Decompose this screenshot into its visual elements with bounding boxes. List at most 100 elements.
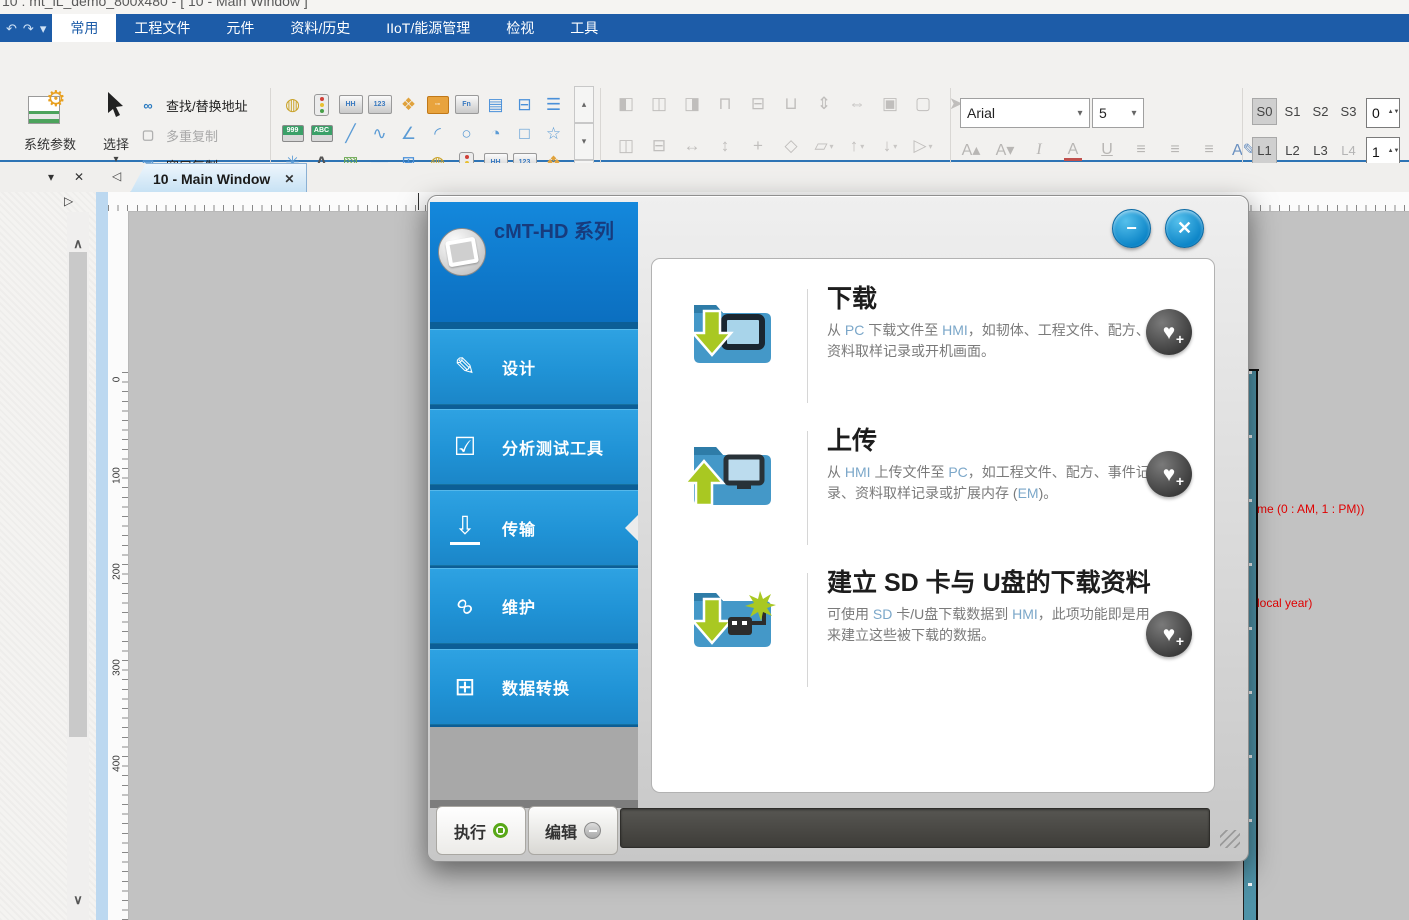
align-text-left-icon: ≡ bbox=[1130, 138, 1152, 162]
actions-panel: 下载从 PC 下载文件至 HMI，如韧体、工程文件、配方、资料取样记录或开机画面… bbox=[651, 258, 1215, 793]
star-icon[interactable]: ☆ bbox=[542, 122, 566, 146]
multi-copy-label: 多重复制 bbox=[166, 126, 218, 145]
language-button-L3[interactable]: L3 bbox=[1308, 137, 1333, 164]
run-button-label: 执行 bbox=[454, 819, 486, 843]
dialog-minimize-button[interactable]: − bbox=[1112, 209, 1151, 248]
italic-icon: I bbox=[1028, 138, 1050, 162]
components-scroll-up-icon[interactable]: ▴ bbox=[574, 86, 594, 123]
center-vertical-icon: ⊟ bbox=[647, 134, 671, 158]
ribbon-tab-常用[interactable]: 常用 bbox=[52, 14, 116, 42]
components-scroll-down-icon[interactable]: ▾ bbox=[574, 123, 594, 160]
heart-plus-icon[interactable]: ♥+ bbox=[1146, 611, 1192, 657]
edit-indicator-icon bbox=[584, 822, 601, 839]
language-button-L1[interactable]: L1 bbox=[1252, 137, 1277, 164]
panel-expand-icon[interactable]: ▷ bbox=[64, 194, 73, 208]
traffic-light-icon[interactable] bbox=[310, 93, 334, 117]
rectangle-icon[interactable]: □ bbox=[513, 122, 537, 146]
action-row-1[interactable]: 下载从 PC 下载文件至 HMI，如韧体、工程文件、配方、资料取样记录或开机画面… bbox=[652, 283, 1214, 423]
ribbon-tab-检视[interactable]: 检视 bbox=[488, 14, 552, 42]
font-size-select[interactable]: 5 ▾ bbox=[1092, 98, 1144, 128]
customize-quick-access-icon[interactable]: ▾ bbox=[40, 22, 47, 35]
move-down-icon: ↓▾ bbox=[878, 134, 902, 158]
find-replace-address[interactable]: ∞查找/替换地址 bbox=[138, 92, 268, 118]
state-button-S0[interactable]: S0 bbox=[1252, 98, 1277, 125]
application-window: 10 : mt_iL_demo_800x480 - [ 10 - Main Wi… bbox=[0, 0, 1409, 920]
function-key-icon[interactable]: Fn bbox=[455, 93, 479, 117]
fill-style-icon: ◇ bbox=[779, 134, 803, 158]
line-icon[interactable]: ╱ bbox=[339, 122, 363, 146]
dialog-status-area bbox=[620, 808, 1210, 848]
word-state-button-icon[interactable]: HH bbox=[339, 93, 363, 117]
pie-icon[interactable]: ◔ bbox=[484, 122, 508, 146]
polyline-icon[interactable]: ∠ bbox=[397, 122, 421, 146]
sidebar-item-label: 维护 bbox=[502, 594, 536, 618]
tab-main-window[interactable]: 10 - Main Window ✕ bbox=[130, 163, 307, 193]
ribbon-tab-工具[interactable]: 工具 bbox=[552, 14, 616, 42]
spinner-arrows-icon[interactable]: ▲▼ bbox=[1388, 147, 1399, 157]
state-button-S2[interactable]: S2 bbox=[1308, 98, 1333, 125]
ribbon-tab-工程文件[interactable]: 工程文件 bbox=[116, 14, 208, 42]
find-replace-icon: ∞ bbox=[138, 98, 158, 113]
group-icon: ▣ bbox=[878, 92, 902, 116]
action-row-3[interactable]: 建立 SD 卡与 U盘的下载资料可使用 SD 卡/U盘下载数据到 HMI，此项功… bbox=[652, 567, 1214, 707]
window-bar-icon[interactable]: ▤ bbox=[484, 93, 508, 117]
align-text-right-icon: ≡ bbox=[1198, 138, 1220, 162]
sidebar-item-设计[interactable]: ✎设计 bbox=[430, 329, 638, 405]
scroll-down-icon[interactable]: ∨ bbox=[67, 892, 89, 908]
resize-grip[interactable] bbox=[1220, 830, 1240, 848]
option-list-icon[interactable]: ☰ bbox=[542, 93, 566, 117]
spinner-arrows-icon[interactable]: ▲▼ bbox=[1388, 108, 1399, 118]
align-left-icon: ◧ bbox=[614, 92, 638, 116]
moving-shape-icon[interactable]: ❖ bbox=[397, 93, 421, 117]
same-size-icon: + bbox=[746, 134, 770, 158]
scroll-up-icon[interactable]: ∧ bbox=[67, 236, 89, 252]
heart-plus-icon[interactable]: ♥+ bbox=[1146, 451, 1192, 497]
font-family-select[interactable]: Arial ▾ bbox=[960, 98, 1090, 128]
action-title: 上传 bbox=[827, 427, 1157, 456]
ribbon-tab-资料/历史[interactable]: 资料/历史 bbox=[272, 14, 368, 42]
bit-lamp-icon[interactable]: ◍ bbox=[281, 93, 305, 117]
tab-nav-left-icon[interactable]: ◁ bbox=[112, 169, 121, 183]
action-row-2[interactable]: 上传从 HMI 上传文件至 PC，如工程文件、配方、事件记录、资料取样记录或扩展… bbox=[652, 425, 1214, 565]
sidebar-item-维护[interactable]: ∞维护 bbox=[430, 568, 638, 644]
arrange-row-2: ◫⊟↔↕+◇▱▾↑▾↓▾▷▾ bbox=[614, 134, 935, 158]
state-spinner[interactable]: 0 ▲▼ bbox=[1366, 98, 1400, 128]
system-parameters-button[interactable]: ⚙ 系统参数 bbox=[8, 90, 92, 174]
action-description: 从 PC 下载文件至 HMI，如韧体、工程文件、配方、资料取样记录或开机画面。 bbox=[827, 320, 1157, 362]
tab-close-icon[interactable]: ✕ bbox=[284, 172, 294, 186]
heart-plus-icon[interactable]: ♥+ bbox=[1146, 309, 1192, 355]
distribute-vertical-icon: ⇕ bbox=[812, 92, 836, 116]
sidebar-item-分析测试工具[interactable]: ☑分析测试工具 bbox=[430, 409, 638, 485]
action-text: 下载从 PC 下载文件至 HMI，如韧体、工程文件、配方、资料取样记录或开机画面… bbox=[827, 285, 1157, 362]
ascii-display-icon[interactable]: ABC bbox=[310, 122, 334, 146]
numeric-display-icon[interactable]: 999 bbox=[281, 122, 305, 146]
ribbon-tab-IIoT/能源管理[interactable]: IIoT/能源管理 bbox=[368, 14, 488, 42]
scrollbar-thumb[interactable] bbox=[69, 252, 87, 737]
numeric-button-icon[interactable]: 123 bbox=[368, 93, 392, 117]
undo-icon[interactable]: ↶ bbox=[6, 22, 17, 35]
dialog-close-button[interactable]: ✕ bbox=[1165, 209, 1204, 248]
sidebar-item-数据转换[interactable]: ⊞数据转换 bbox=[430, 649, 638, 725]
sidebar-item-label: 传输 bbox=[502, 516, 536, 540]
circle-icon[interactable]: ○ bbox=[455, 122, 479, 146]
ribbon-tab-元件[interactable]: 元件 bbox=[208, 14, 272, 42]
state-button-S1[interactable]: S1 bbox=[1280, 98, 1305, 125]
redo-icon[interactable]: ↷ bbox=[23, 22, 34, 35]
left-panel-scrollbar[interactable]: ∧ ∨ bbox=[67, 212, 89, 920]
ribbon: ⚙ 系统参数 选择 ▾ ∞查找/替换地址▢多重复制▣窗口复制 编辑 ◍HH123… bbox=[0, 42, 1409, 162]
arrange-row-1: ◧◫◨⊓⊟⊔⇕⇔▣▢➤ bbox=[614, 92, 968, 116]
freehand-icon[interactable]: ∿ bbox=[368, 122, 392, 146]
panel-close-icon[interactable]: ✕ bbox=[74, 170, 84, 184]
panel-menu-icon[interactable]: ▾ bbox=[48, 170, 54, 184]
indirect-window-icon[interactable]: ▫▫ bbox=[426, 93, 450, 117]
arc-icon[interactable]: ◜ bbox=[426, 122, 450, 146]
state-button-S3[interactable]: S3 bbox=[1336, 98, 1361, 125]
align-center-h-icon: ◫ bbox=[647, 92, 671, 116]
slider-icon[interactable]: ⊟ bbox=[513, 93, 537, 117]
language-button-L2[interactable]: L2 bbox=[1280, 137, 1305, 164]
edit-button[interactable]: 编辑 bbox=[528, 806, 618, 855]
distribute-horizontal-icon: ⇔ bbox=[845, 92, 869, 116]
sidebar-item-传输[interactable]: ⇩传输 bbox=[430, 490, 638, 566]
chevron-down-icon: ▾ bbox=[1125, 108, 1143, 119]
run-button[interactable]: 执行 bbox=[436, 806, 526, 855]
